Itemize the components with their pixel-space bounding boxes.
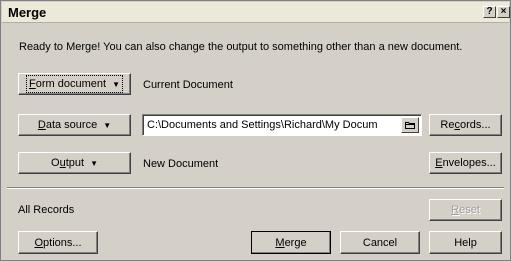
- records-status: All Records: [18, 204, 75, 216]
- cancel-button[interactable]: Cancel: [340, 231, 420, 254]
- folder-icon: [405, 122, 415, 129]
- caret-down-icon: ▼: [90, 158, 98, 168]
- reset-button[interactable]: Reset: [429, 199, 502, 221]
- form-document-value: Current Document: [143, 79, 233, 91]
- merge-button[interactable]: Merge: [251, 231, 331, 254]
- output-button[interactable]: Ou tput ▼: [18, 152, 131, 174]
- intro-text: Ready to Merge! You can also change the …: [19, 41, 463, 53]
- records-button[interactable]: Re c ords...: [429, 114, 502, 136]
- separator: [7, 187, 504, 189]
- data-source-path-field: [142, 114, 422, 136]
- caret-down-icon: ▼: [112, 79, 120, 89]
- options-button[interactable]: Options...: [18, 231, 98, 254]
- close-icon[interactable]: ×: [497, 6, 510, 18]
- data-source-button[interactable]: Data source ▼: [18, 114, 131, 136]
- caret-down-icon: ▼: [103, 120, 112, 130]
- browse-button[interactable]: [401, 117, 419, 133]
- window-title: Merge: [8, 5, 47, 20]
- merge-dialog: Merge ? × Ready to Merge! You can also c…: [0, 0, 511, 261]
- help-icon[interactable]: ?: [483, 6, 496, 18]
- title-bar: Merge ? ×: [2, 2, 510, 23]
- envelopes-button[interactable]: Envelopes...: [429, 152, 502, 174]
- output-value: New Document: [143, 158, 219, 170]
- data-source-path-input[interactable]: [145, 117, 395, 133]
- form-document-button[interactable]: Form document ▼: [18, 73, 131, 95]
- help-button[interactable]: Help: [429, 231, 502, 254]
